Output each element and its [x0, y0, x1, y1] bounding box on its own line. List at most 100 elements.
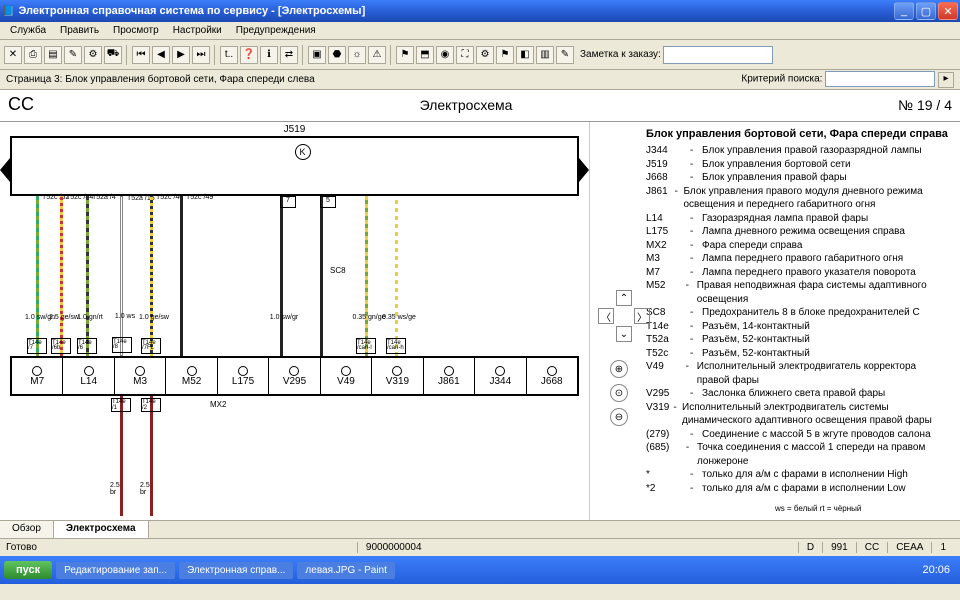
toolbar-button[interactable]: ⬣: [328, 46, 346, 64]
wire: T52a /161.0 wsT14e /8: [120, 196, 123, 356]
toolbar-button[interactable]: ✎: [556, 46, 574, 64]
toolbar-button[interactable]: ⚠: [368, 46, 386, 64]
zoom-buttons: ⊕ ⊙ ⊖: [610, 360, 628, 426]
ground-wire: T14e /22.5 br: [150, 396, 153, 516]
toolbar-button[interactable]: ⚑: [396, 46, 414, 64]
nav-right-icon[interactable]: 〉: [634, 308, 650, 324]
legend-row: J668-Блок управления правой фары: [646, 171, 950, 185]
legend-row: J344-Блок управления правой газоразрядно…: [646, 144, 950, 158]
legend-row: V295-Заслонка ближнего света правой фары: [646, 387, 950, 401]
legend-row: M3-Лампа переднего правого габаритного о…: [646, 252, 950, 266]
maximize-button[interactable]: ▢: [916, 2, 936, 20]
search-go-icon[interactable]: ▸: [938, 72, 954, 88]
status-cc: CC: [856, 542, 887, 553]
taskbar-item[interactable]: Редактирование зап...: [56, 562, 175, 579]
status-ready: Готово: [6, 542, 37, 553]
toolbar-button[interactable]: ▶: [172, 46, 190, 64]
connector-cell: L14: [63, 358, 114, 394]
ground-wire: T14e /12.5 br: [120, 396, 123, 516]
menu-view[interactable]: Просмотр: [107, 24, 165, 37]
toolbar-button[interactable]: ⇄: [280, 46, 298, 64]
menu-settings[interactable]: Настройки: [167, 24, 228, 37]
status-ceaa: CEAA: [887, 542, 931, 553]
legend-row: MX2-Фара спереди справа: [646, 239, 950, 253]
toolbar-button[interactable]: ▥: [536, 46, 554, 64]
menu-service[interactable]: Служба: [4, 24, 52, 37]
arrow-right-icon[interactable]: [579, 158, 589, 182]
toolbar-button[interactable]: ⚙: [84, 46, 102, 64]
subbar: Страница 3: Блок управления бортовой сет…: [0, 70, 960, 90]
wire: [320, 196, 323, 356]
toolbar-button[interactable]: ⚙: [476, 46, 494, 64]
legend-row: V319-Исполнительный электродвигатель сис…: [646, 401, 950, 428]
tab-overview[interactable]: Обзор: [0, 521, 54, 538]
taskbar-item[interactable]: левая.JPG - Paint: [297, 562, 394, 579]
toolbar-button[interactable]: t..: [220, 46, 238, 64]
toolbar-button[interactable]: ⛟: [104, 46, 122, 64]
connector-cell: M52: [166, 358, 217, 394]
window-title: Электронная справочная система по сервис…: [18, 5, 365, 17]
toolbar-button[interactable]: ✕: [4, 46, 22, 64]
connector-block: M7L14M3M52L175V295V49V319J861J344J668: [10, 356, 579, 396]
toolbar-button[interactable]: ⎙: [24, 46, 42, 64]
zoom-actual-icon[interactable]: ⊙: [610, 384, 628, 402]
toolbar-button[interactable]: ⬒: [416, 46, 434, 64]
wire: T52c /521.0 sw/gnT14e /7: [36, 196, 39, 356]
toolbar-button[interactable]: ⏭: [192, 46, 210, 64]
toolbar-button[interactable]: ℹ: [260, 46, 278, 64]
toolbar-button[interactable]: ❓: [240, 46, 258, 64]
nav-left-icon[interactable]: 〈: [598, 308, 614, 324]
zoom-in-icon[interactable]: ⊕: [610, 360, 628, 378]
connector-cell: V295: [269, 358, 320, 394]
tab-schematic[interactable]: Электросхема: [54, 521, 149, 538]
connector-cell: J344: [475, 358, 526, 394]
minimize-button[interactable]: _: [894, 2, 914, 20]
toolbar-button[interactable]: ⏮: [132, 46, 150, 64]
zoom-out-icon[interactable]: ⊖: [610, 408, 628, 426]
j519-label: J519: [284, 124, 306, 135]
nav-down-icon[interactable]: ⌄: [616, 326, 632, 342]
legend-row: *2-только для а/м с фарами в исполнении …: [646, 482, 950, 496]
status-one: 1: [931, 542, 954, 553]
fuse-box: 5: [320, 196, 336, 208]
color-notes: ws = белый rt = чёрный: [775, 504, 861, 514]
clock: 20:06: [922, 564, 956, 576]
connector-cell: V319: [372, 358, 423, 394]
toolbar-button[interactable]: ✎: [64, 46, 82, 64]
legend-row: T14e-Разъём, 14-контактный: [646, 320, 950, 334]
toolbar-button[interactable]: ⛶: [456, 46, 474, 64]
toolbar-button[interactable]: ▤: [44, 46, 62, 64]
doc-cc: CC: [8, 94, 34, 115]
toolbar-button[interactable]: ☼: [348, 46, 366, 64]
connector-cell: J861: [424, 358, 475, 394]
arrow-left-icon[interactable]: [0, 158, 10, 182]
note-input[interactable]: [663, 46, 773, 64]
k-circle: K: [295, 144, 311, 160]
legend-row: M52-Правая неподвижная фара системы адап…: [646, 279, 950, 306]
connector-cell: L175: [218, 358, 269, 394]
toolbar-button[interactable]: ◉: [436, 46, 454, 64]
status-year: 991: [822, 542, 856, 553]
toolbar-button[interactable]: ▣: [308, 46, 326, 64]
wires: SC8 T52c /521.0 sw/gnT14e /7T52c /442.5 …: [10, 196, 579, 356]
wire: T52c /442.5 ge/swT14e /6b: [60, 196, 63, 356]
connector-cell: M7: [12, 358, 63, 394]
wire: 1.0 sw/gr: [280, 196, 283, 356]
search-input[interactable]: [825, 71, 935, 87]
connector-cell: J668: [527, 358, 577, 394]
legend-row: L175-Лампа дневного режима освещения спр…: [646, 225, 950, 239]
taskbar-item[interactable]: Электронная справ...: [179, 562, 293, 579]
search-label: Критерий поиска:: [741, 73, 822, 84]
menu-edit[interactable]: Править: [54, 24, 105, 37]
toolbar-button[interactable]: ◀: [152, 46, 170, 64]
nav-up-icon[interactable]: ⌃: [616, 290, 632, 306]
menu-warnings[interactable]: Предупреждения: [230, 24, 322, 37]
titlebar: 📘 Электронная справочная система по серв…: [0, 0, 960, 22]
start-button[interactable]: пуск: [4, 561, 52, 579]
fuse-box: 7: [280, 196, 296, 208]
legend-row: V49-Исполнительный электродвигатель корр…: [646, 360, 950, 387]
close-button[interactable]: ✕: [938, 2, 958, 20]
toolbar-button[interactable]: ◧: [516, 46, 534, 64]
doc-title: Электросхема: [420, 97, 513, 113]
toolbar-button[interactable]: ⚑: [496, 46, 514, 64]
